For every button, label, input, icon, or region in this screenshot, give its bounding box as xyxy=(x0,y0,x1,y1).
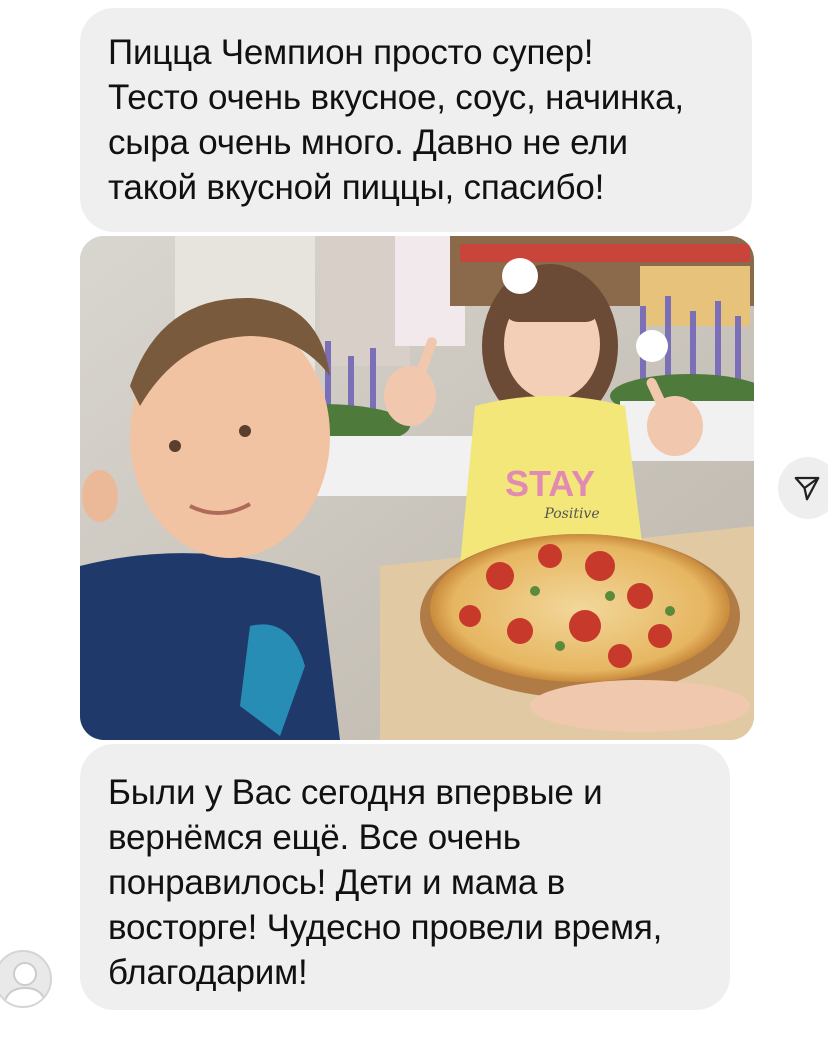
message-line: Тесто очень вкусное, соус, начинка, xyxy=(108,78,684,117)
share-button[interactable] xyxy=(778,457,828,519)
shirt-print: STAY xyxy=(505,463,595,504)
message-line: такой вкусной пиццы, спасибо! xyxy=(108,168,605,207)
message-line: сыра очень много. Давно не ели xyxy=(108,123,628,162)
message-line: Пицца Чемпион просто супер! xyxy=(108,33,594,72)
message-bubble: Пицца Чемпион просто супер! Тесто очень … xyxy=(80,8,752,232)
paper-plane-icon xyxy=(794,476,820,501)
message-line: Были у Вас сегодня впервые и xyxy=(108,773,603,812)
photo-kids-with-pizza: STAY Positive xyxy=(80,236,754,740)
message-photo[interactable]: STAY Positive xyxy=(80,236,754,740)
message-bubble: Были у Вас сегодня впервые и вернёмся ещ… xyxy=(80,744,730,1010)
message-line: понравилось! Дети и мама в xyxy=(108,863,566,902)
message-line: вернёмся ещё. Все очень xyxy=(108,818,521,857)
message-line: восторге! Чудесно провели время, xyxy=(108,908,663,947)
shirt-print-script: Positive xyxy=(543,506,599,522)
user-avatar-icon[interactable] xyxy=(0,950,52,1008)
message-line: благодарим! xyxy=(108,953,308,992)
